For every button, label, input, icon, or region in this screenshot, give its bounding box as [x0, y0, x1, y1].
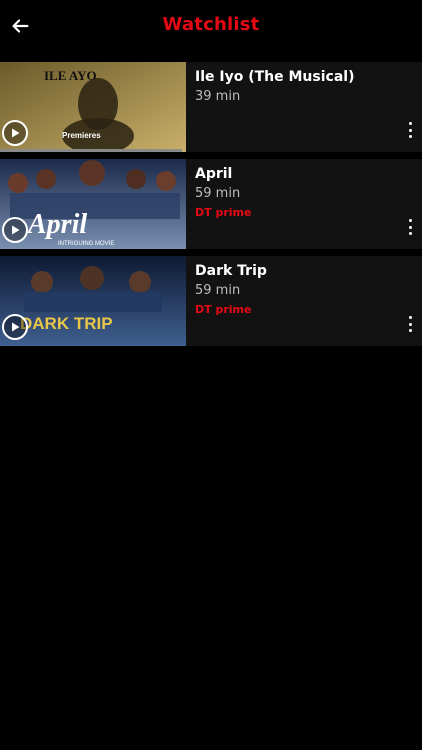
- poster-title: April: [26, 209, 87, 240]
- watch-progress-bar: [0, 149, 182, 152]
- play-button[interactable]: [2, 120, 28, 146]
- more-options-button[interactable]: [406, 316, 414, 332]
- more-vert-icon: [408, 122, 412, 125]
- movie-duration: 39 min: [195, 89, 241, 104]
- list-item[interactable]: April INTRIGUING MOVIE April 59 min DT p…: [0, 159, 422, 249]
- play-icon: [12, 128, 20, 138]
- more-vert-icon: [408, 219, 412, 222]
- list-item[interactable]: ILE AYO Premieres Ile Iyo (The Musical) …: [0, 62, 422, 152]
- play-icon: [12, 225, 20, 235]
- watchlist: ILE AYO Premieres Ile Iyo (The Musical) …: [0, 62, 422, 353]
- list-item[interactable]: DARK TRIP Dark Trip 59 min DT prime: [0, 256, 422, 346]
- movie-thumbnail[interactable]: DARK TRIP: [0, 256, 186, 346]
- more-options-button[interactable]: [406, 122, 414, 138]
- more-vert-icon: [408, 316, 412, 319]
- movie-duration: 59 min: [195, 186, 241, 201]
- movie-title: Dark Trip: [195, 263, 267, 279]
- prime-badge: DT prime: [195, 206, 252, 219]
- poster-subtitle: Premieres: [62, 131, 101, 140]
- page-title: Watchlist: [162, 14, 260, 35]
- poster-image: April INTRIGUING MOVIE: [0, 159, 186, 249]
- movie-title: April: [195, 166, 233, 182]
- play-button[interactable]: [2, 314, 28, 340]
- movie-title: Ile Iyo (The Musical): [195, 69, 355, 85]
- poster-image: DARK TRIP: [0, 256, 186, 346]
- prime-badge: DT prime: [195, 303, 252, 316]
- top-bar: Watchlist: [0, 0, 422, 56]
- more-options-button[interactable]: [406, 219, 414, 235]
- poster-title: ILE AYO: [44, 68, 97, 83]
- movie-thumbnail[interactable]: April INTRIGUING MOVIE: [0, 159, 186, 249]
- movie-thumbnail[interactable]: ILE AYO Premieres: [0, 62, 186, 152]
- poster-title: DARK TRIP: [20, 314, 113, 333]
- poster-subtitle: INTRIGUING MOVIE: [58, 241, 114, 247]
- play-icon: [12, 322, 20, 332]
- play-button[interactable]: [2, 217, 28, 243]
- poster-image: ILE AYO Premieres: [0, 62, 186, 152]
- movie-duration: 59 min: [195, 283, 241, 298]
